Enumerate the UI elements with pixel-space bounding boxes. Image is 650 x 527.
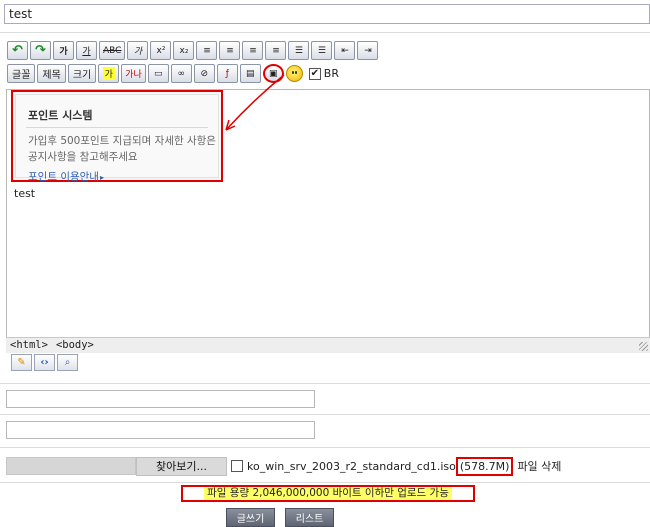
subject-input[interactable] — [4, 4, 650, 24]
table-icon[interactable]: ▭ — [147, 64, 169, 83]
point-guide-link[interactable]: 포인트 이용안내 — [28, 169, 104, 184]
align-center-icon[interactable]: ≡ — [219, 41, 241, 60]
strike-button[interactable]: ABC — [99, 41, 126, 60]
image-icon[interactable]: ▤ — [239, 64, 261, 83]
popup-body: 가입후 500포인트 지급되며 자세한 사항은 공지사항을 참고해주세요 — [28, 135, 216, 163]
align-justify-icon[interactable]: ≡ — [265, 41, 287, 60]
editor-content[interactable]: test — [14, 187, 35, 200]
upload-limit-notice: 파일 용량 2,046,000,000 바이트 이하만 업로드 가능 — [181, 485, 475, 502]
divider — [0, 482, 650, 483]
attached-file-name: ko_win_srv_2003_r2_standard_cd1.iso — [247, 459, 456, 473]
write-button[interactable]: 글쓰기 — [226, 508, 275, 527]
delete-file-label: 파일 삭제 — [517, 460, 562, 473]
browse-button[interactable]: 찾아보기... — [136, 456, 227, 476]
popup-divider — [26, 127, 208, 128]
point-system-icon[interactable]: ▣ — [262, 64, 284, 83]
unlink-icon[interactable]: ⊘ — [193, 64, 215, 83]
edit-mode-pencil-icon[interactable]: ✎ — [11, 354, 32, 371]
resize-grip-icon[interactable] — [639, 342, 648, 351]
bold-button[interactable]: 가 — [53, 41, 74, 60]
font-button[interactable]: 글꼴 — [7, 64, 36, 83]
upload-limit-text: 파일 용량 2,046,000,000 바이트 이하만 업로드 가능 — [204, 487, 452, 500]
status-body-tag[interactable]: <body> — [56, 338, 94, 353]
italic-button[interactable]: 가 — [127, 41, 149, 60]
indent-icon[interactable]: ⇥ — [357, 41, 379, 60]
br-label: BR — [323, 67, 339, 80]
file-path-input[interactable] — [6, 457, 136, 475]
size-button[interactable]: 크기 — [67, 64, 97, 83]
undo-icon[interactable]: ↶ — [7, 41, 28, 60]
ordered-list-icon[interactable]: ☰ — [288, 41, 310, 60]
heading-button[interactable]: 제목 — [37, 64, 66, 83]
emoticon-icon[interactable] — [285, 65, 303, 82]
html-mode-code-icon[interactable]: ‹› — [34, 354, 55, 371]
br-checkbox[interactable]: ✔ — [308, 67, 321, 80]
divider — [0, 32, 650, 33]
divider — [0, 414, 650, 415]
editor-toolbar-row-1: ↶ ↷ 가 가 ABC 가 x² x₂ ≡ ≡ ≡ ≡ ☰ ☰ ⇤ ⇥ — [7, 41, 379, 60]
preview-mode-magnifier-icon[interactable]: ⌕ — [57, 354, 78, 371]
editor-statusbar: <html> <body> — [6, 337, 650, 353]
divider — [0, 447, 650, 448]
file-upload-row: 찾아보기... ko_win_srv_2003_r2_standard_cd1.… — [6, 456, 562, 476]
flash-icon[interactable]: ƒ — [216, 64, 238, 83]
delete-file-checkbox[interactable] — [231, 460, 243, 472]
unordered-list-icon[interactable]: ☰ — [311, 41, 333, 60]
attached-file-size: (578.7M) — [455, 456, 514, 476]
attached-file: ko_win_srv_2003_r2_standard_cd1.iso (578.… — [231, 456, 562, 476]
underline-button[interactable]: 가 — [76, 41, 97, 60]
action-buttons: 글쓰기 리스트 — [226, 508, 334, 527]
popup-panel: 포인트 시스템 가입후 500포인트 지급되며 자세한 사항은 공지사항을 참고… — [15, 94, 219, 183]
br-option[interactable]: ✔ BR — [308, 67, 339, 80]
point-system-popup: 포인트 시스템 가입후 500포인트 지급되며 자세한 사항은 공지사항을 참고… — [11, 90, 223, 183]
divider — [0, 383, 650, 384]
align-right-icon[interactable]: ≡ — [242, 41, 264, 60]
align-left-icon[interactable]: ≡ — [196, 41, 218, 60]
popup-title: 포인트 시스템 — [28, 109, 93, 122]
subscript-button[interactable]: x₂ — [173, 41, 195, 60]
redo-icon[interactable]: ↷ — [30, 41, 51, 60]
editor-mode-tabs: ✎ ‹› ⌕ — [11, 354, 78, 371]
superscript-button[interactable]: x² — [150, 41, 172, 60]
background-color-icon[interactable]: 가나 — [121, 64, 146, 83]
outdent-icon[interactable]: ⇤ — [334, 41, 356, 60]
list-button[interactable]: 리스트 — [285, 508, 334, 527]
link-field-1[interactable] — [6, 390, 315, 408]
status-html-tag[interactable]: <html> — [10, 338, 48, 353]
text-color-icon[interactable]: 가 — [98, 64, 120, 83]
editor-toolbar-row-2: 글꼴 제목 크기 가 가나 ▭ ∞ ⊘ ƒ ▤ ▣ ✔ BR — [7, 64, 339, 83]
link-field-2[interactable] — [6, 421, 315, 439]
link-icon[interactable]: ∞ — [170, 64, 192, 83]
